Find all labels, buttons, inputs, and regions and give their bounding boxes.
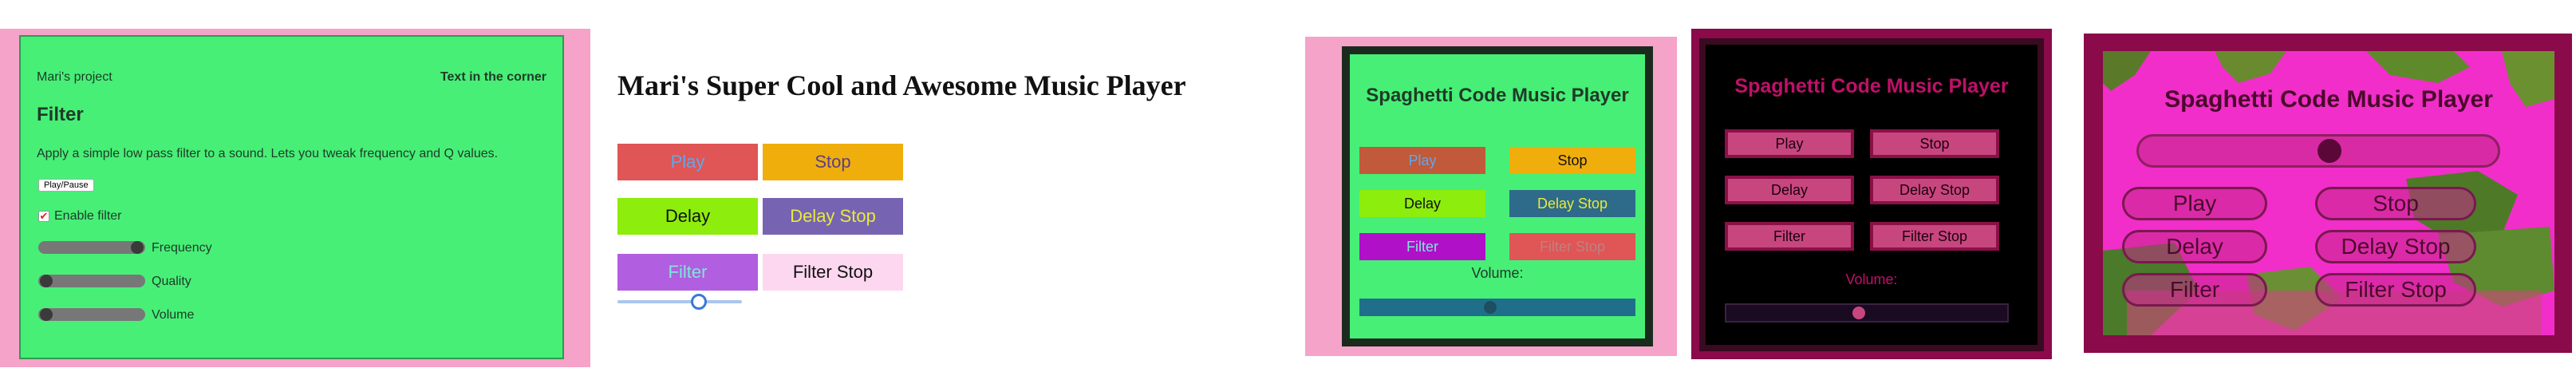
volume-slider[interactable]: [1359, 299, 1635, 316]
stop-button[interactable]: Stop: [1870, 129, 1999, 158]
filter-stop-button[interactable]: Filter Stop: [763, 254, 903, 291]
filter-card: Mari's project Text in the corner Filter…: [19, 35, 564, 359]
play-button[interactable]: Play: [617, 144, 758, 180]
quality-slider[interactable]: [38, 275, 145, 287]
delay-stop-button[interactable]: Delay Stop: [1509, 190, 1635, 217]
delay-button[interactable]: Delay: [1725, 176, 1854, 204]
volume-slider[interactable]: [617, 294, 742, 310]
corner-text: Text in the corner: [440, 70, 546, 84]
volume-label: Volume: [152, 308, 195, 322]
filter-button[interactable]: Filter: [2122, 273, 2267, 307]
frequency-label: Frequency: [152, 241, 212, 255]
delay-stop-button[interactable]: Delay Stop: [1870, 176, 1999, 204]
volume-label: Volume:: [1845, 271, 1898, 287]
player-title: Spaghetti Code Music Player: [2164, 86, 2493, 113]
volume-slider[interactable]: [1725, 303, 2009, 323]
enable-filter-checkbox[interactable]: ✔: [38, 211, 49, 222]
spaghetti-player-image-panel: Spaghetti Code Music Player Play Stop De…: [2084, 34, 2572, 353]
play-button[interactable]: Play: [2122, 187, 2267, 220]
delay-stop-button[interactable]: Delay Stop: [763, 198, 903, 235]
background-scene: Spaghetti Code Music Player Play Stop De…: [2103, 51, 2554, 335]
delay-button[interactable]: Delay: [1359, 190, 1485, 217]
filter-button[interactable]: Filter: [1725, 222, 1854, 251]
filter-stop-button[interactable]: Filter Stop: [2315, 273, 2476, 307]
filter-demo-panel: Mari's project Text in the corner Filter…: [0, 29, 590, 367]
volume-slider[interactable]: [2136, 134, 2500, 168]
volume-slider-thumb[interactable]: [1852, 307, 1865, 319]
super-cool-player-panel: Mari's Super Cool and Awesome Music Play…: [614, 0, 1252, 376]
page-title: Mari's Super Cool and Awesome Music Play…: [617, 69, 1186, 101]
volume-slider-thumb[interactable]: [2318, 139, 2341, 163]
filter-title: Filter: [37, 104, 84, 125]
stop-button[interactable]: Stop: [1509, 147, 1635, 174]
filter-description: Apply a simple low pass filter to a soun…: [37, 147, 499, 160]
spaghetti-player-green-panel: Spaghetti Code Music Player Play Stop De…: [1305, 37, 1677, 356]
play-button[interactable]: Play: [1725, 129, 1854, 158]
volume-label: Volume:: [1471, 265, 1524, 281]
spaghetti-player-dark-panel: Spaghetti Code Music Player Play Stop De…: [1691, 29, 2052, 359]
quality-slider-thumb[interactable]: [40, 275, 53, 287]
player-frame: Spaghetti Code Music Player Play Stop De…: [1699, 38, 2044, 351]
play-button[interactable]: Play: [1359, 147, 1485, 174]
delay-button[interactable]: Delay: [2122, 230, 2267, 263]
frequency-slider-thumb[interactable]: [131, 241, 144, 254]
filter-stop-button[interactable]: Filter Stop: [1509, 233, 1635, 260]
filter-button[interactable]: Filter: [1359, 233, 1485, 260]
stop-button[interactable]: Stop: [2315, 187, 2476, 220]
volume-slider[interactable]: [38, 308, 145, 321]
project-name: Mari's project: [37, 70, 112, 84]
quality-label: Quality: [152, 275, 191, 288]
volume-slider-thumb[interactable]: [691, 294, 707, 310]
delay-stop-button[interactable]: Delay Stop: [2315, 230, 2476, 263]
frequency-slider[interactable]: [38, 241, 145, 254]
filter-button[interactable]: Filter: [617, 254, 758, 291]
volume-slider-thumb[interactable]: [40, 308, 53, 321]
delay-button[interactable]: Delay: [617, 198, 758, 235]
player-frame: Spaghetti Code Music Player Play Stop De…: [1342, 46, 1653, 346]
player-title: Spaghetti Code Music Player: [1366, 85, 1629, 106]
enable-filter-label: Enable filter: [54, 209, 122, 223]
play-pause-button[interactable]: Play/Pause: [38, 179, 94, 192]
player-title: Spaghetti Code Music Player: [1734, 75, 2009, 97]
stop-button[interactable]: Stop: [763, 144, 903, 180]
filter-stop-button[interactable]: Filter Stop: [1870, 222, 1999, 251]
volume-slider-thumb[interactable]: [1484, 301, 1497, 314]
